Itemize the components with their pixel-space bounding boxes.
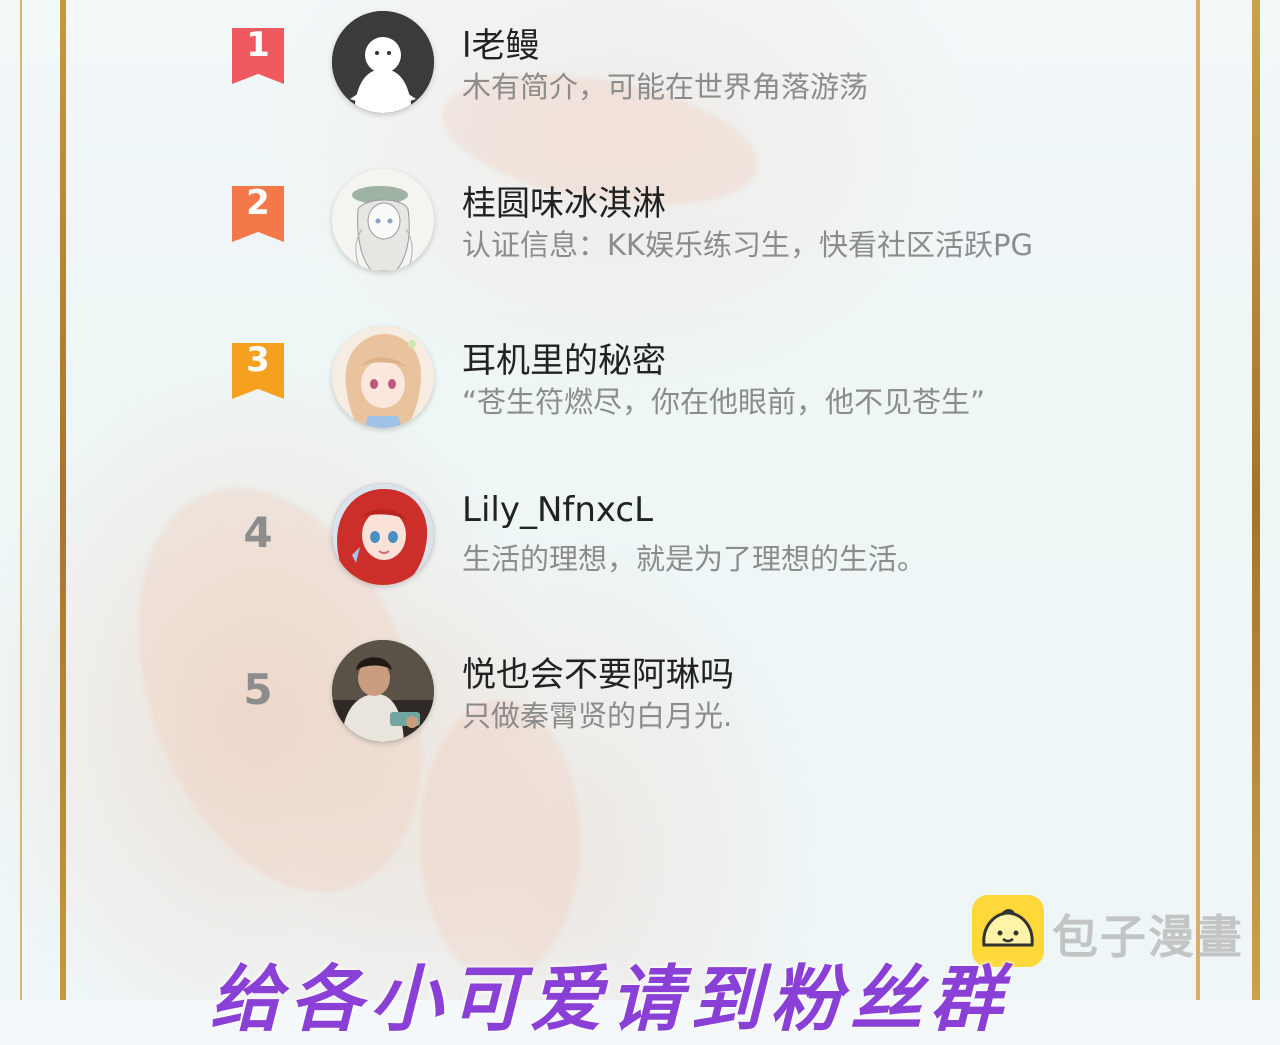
list-item[interactable]: 2 桂圆味冰淇淋 认证信息：KK娱乐练习生，快看社区活跃PG [230,164,1090,274]
default-ghost-avatar-icon [332,11,434,113]
user-name: l老鳗 [462,26,540,66]
list-item[interactable]: 1 l老鳗 木有简介，可能在世界角落游荡 [230,6,1090,116]
user-name: 耳机里的秘密 [462,341,666,381]
avatar[interactable] [332,169,434,271]
avatar[interactable] [332,640,434,742]
avatar[interactable] [332,326,434,428]
sketch-girl-avatar-icon [332,169,434,271]
rank-ribbon-badge: 2 [232,186,284,242]
user-bio: “苍生符燃尽，你在他眼前，他不见苍生” [462,385,986,419]
rank-number: 3 [246,340,270,380]
avatar[interactable] [332,483,434,585]
photo-man-avatar-icon [332,640,434,742]
rank-number: 5 [243,665,273,714]
watermark: 包子漫畫 [972,895,1252,967]
user-bio: 认证信息：KK娱乐练习生，快看社区活跃PG [462,228,1033,262]
rank-ribbon-badge: 3 [232,343,284,399]
rank-ribbon-badge: 1 [232,28,284,84]
user-bio: 生活的理想，就是为了理想的生活。 [462,542,927,576]
list-item[interactable]: 4 Lily_NfnxcL 生活的理想，就是为了理想的生活。 [230,478,1090,588]
rank-number: 2 [246,183,270,223]
anime-blonde-girl-avatar-icon [332,326,434,428]
rank-number: 4 [243,508,273,557]
user-name: Lily_NfnxcL [462,490,654,530]
user-name: 悦也会不要阿琳吗 [462,655,734,695]
watermark-text: 包子漫畫 [1052,910,1244,964]
rank-number: 1 [246,25,270,65]
user-name: 桂圆味冰淇淋 [462,184,666,224]
fan-ranking-list: 1 l老鳗 木有简介，可能在世界角落游荡 2 桂圆味冰淇淋 认证信息：KK娱乐练… [0,0,1280,1000]
list-item[interactable]: 5 悦也会不要阿琳吗 只做秦霄贤的白月光. [230,635,1090,745]
user-bio: 只做秦霄贤的白月光. [462,699,733,733]
red-hair-girl-avatar-icon [332,483,434,585]
user-bio: 木有简介，可能在世界角落游荡 [462,70,869,104]
list-item[interactable]: 3 耳机里的秘密 “苍生符燃尽，你在他眼前，他不见苍生” [230,321,1090,431]
bottom-banner-text: 给各小可爱请到粉丝群 [210,957,1011,1041]
avatar[interactable] [332,11,434,113]
